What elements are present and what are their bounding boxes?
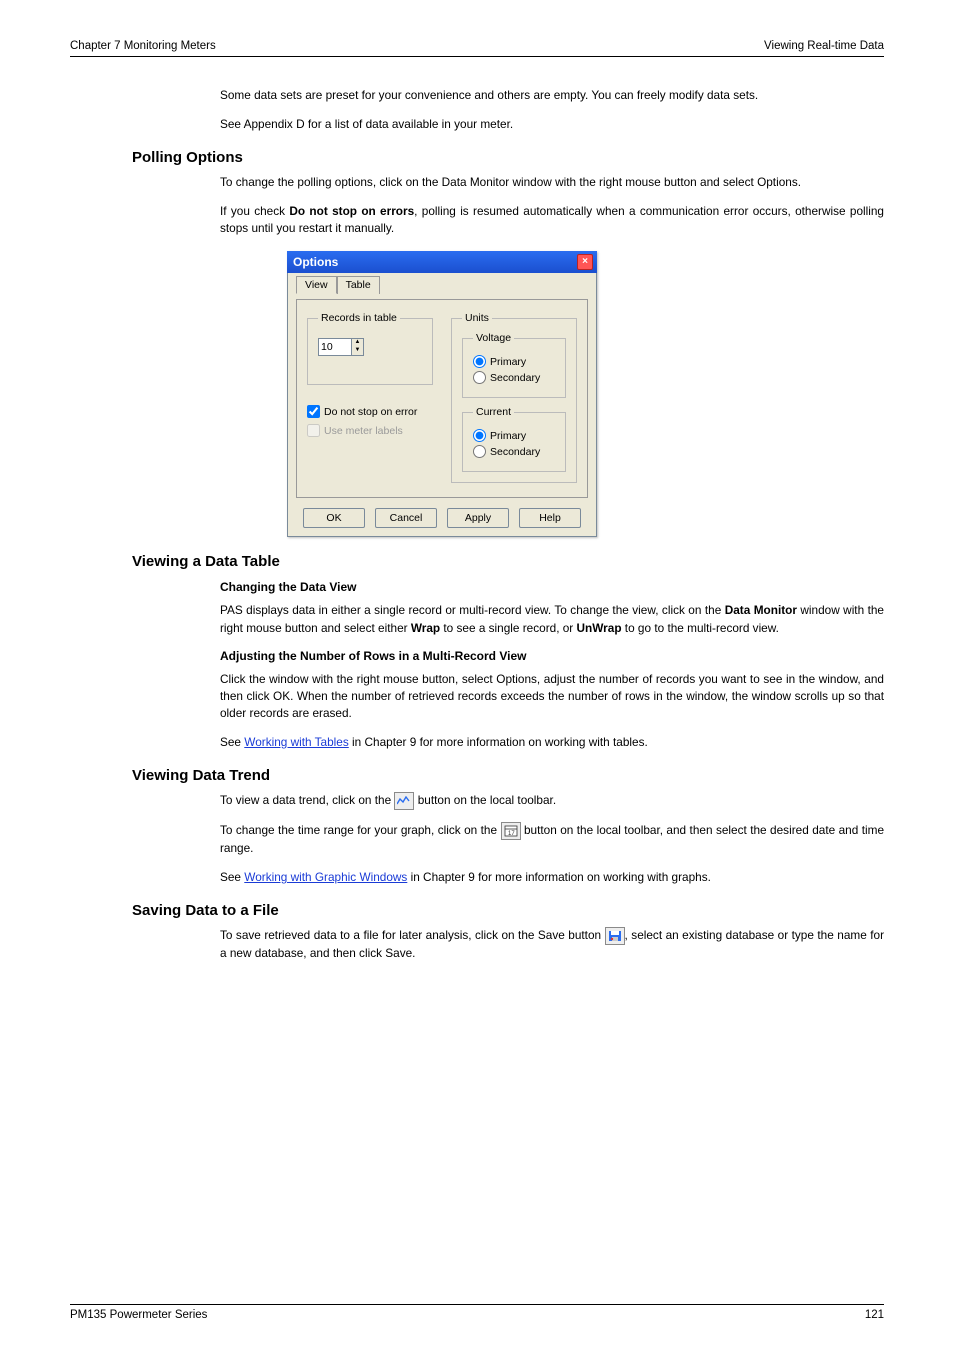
records-input[interactable] [319, 339, 351, 355]
close-icon[interactable]: × [577, 254, 593, 270]
records-spinner[interactable]: ▲ ▼ [318, 338, 364, 356]
help-button[interactable]: Help [519, 508, 581, 528]
save-p1: To save retrieved data to a file for lat… [220, 927, 884, 962]
records-legend: Records in table [318, 312, 400, 324]
header-right: Viewing Real-time Data [764, 40, 884, 52]
footer-page: 121 [865, 1309, 884, 1321]
datatable-title: Viewing a Data Table [132, 553, 884, 570]
intro-p2: See Appendix D for a list of data availa… [220, 116, 884, 133]
chk-use-meter-labels: Use meter labels [307, 424, 433, 437]
span: See [220, 735, 244, 749]
voltage-secondary[interactable]: Secondary [473, 371, 555, 384]
tab-view[interactable]: View [296, 276, 337, 294]
span: in Chapter 9 for more information on wor… [407, 870, 711, 884]
current-primary-label: Primary [490, 430, 526, 442]
trend-title: Viewing Data Trend [132, 767, 884, 784]
current-secondary-radio[interactable] [473, 445, 486, 458]
tab-table[interactable]: Table [337, 276, 380, 294]
polling-p2: If you check Do not stop on errors, poll… [220, 203, 884, 237]
header-left: Chapter 7 Monitoring Meters [70, 40, 216, 52]
save-icon[interactable] [605, 927, 625, 945]
span: See [220, 870, 244, 884]
dialog-title: Options [293, 255, 338, 269]
units-legend: Units [462, 312, 492, 324]
current-primary[interactable]: Primary [473, 429, 555, 442]
intro-p1: Some data sets are preset for your conve… [220, 87, 884, 104]
current-legend: Current [473, 406, 514, 418]
trend-p2: To change the time range for your graph,… [220, 822, 884, 857]
voltage-primary-label: Primary [490, 356, 526, 368]
chk-use-meter-labels-label: Use meter labels [324, 425, 403, 437]
polling-p2a: If you check [220, 204, 289, 218]
datatable-sub1: Changing the Data View [220, 580, 884, 594]
polling-p1: To change the polling options, click on … [220, 174, 884, 191]
link-working-with-graphic-windows[interactable]: Working with Graphic Windows [244, 870, 407, 884]
spinner-down-icon[interactable]: ▼ [351, 347, 363, 355]
spinner-up-icon[interactable]: ▲ [351, 339, 363, 347]
chk-do-not-stop-label: Do not stop on error [324, 406, 417, 418]
datatable-p1: PAS displays data in either a single rec… [220, 602, 884, 636]
span: PAS displays data in either a single rec… [220, 603, 725, 617]
polling-title: Polling Options [132, 149, 884, 166]
tab-panel-view: Records in table ▲ ▼ [296, 299, 588, 498]
current-primary-radio[interactable] [473, 429, 486, 442]
save-title: Saving Data to a File [132, 902, 884, 919]
span-bold: Data Monitor [725, 603, 797, 617]
current-secondary-label: Secondary [490, 446, 540, 458]
chk-use-meter-labels-box [307, 424, 320, 437]
chk-do-not-stop-box[interactable] [307, 405, 320, 418]
polling-p2-bold: Do not stop on errors [289, 204, 414, 218]
span-bold: Wrap [411, 621, 440, 635]
records-group: Records in table ▲ ▼ [307, 312, 433, 385]
apply-button[interactable]: Apply [447, 508, 509, 528]
svg-text:17: 17 [508, 831, 515, 837]
trend-p1: To view a data trend, click on the butto… [220, 792, 884, 810]
span: To save retrieved data to a file for lat… [220, 928, 605, 942]
options-dialog: Options × View Table Records in table [287, 251, 597, 537]
trend-p3: See Working with Graphic Windows in Chap… [220, 869, 884, 886]
ok-button[interactable]: OK [303, 508, 365, 528]
span: to go to the multi-record view. [622, 621, 779, 635]
datatable-p2: Click the window with the right mouse bu… [220, 671, 884, 722]
chk-do-not-stop[interactable]: Do not stop on error [307, 405, 433, 418]
current-group: Current Primary Secondary [462, 406, 566, 472]
voltage-primary-radio[interactable] [473, 355, 486, 368]
span: To view a data trend, click on the [220, 793, 394, 807]
current-secondary[interactable]: Secondary [473, 445, 555, 458]
footer-left: PM135 Powermeter Series [70, 1309, 207, 1321]
datatable-sub2: Adjusting the Number of Rows in a Multi-… [220, 649, 884, 663]
span: to see a single record, or [440, 621, 576, 635]
calendar-icon[interactable]: 17 [501, 822, 521, 840]
trend-icon[interactable] [394, 792, 414, 810]
voltage-legend: Voltage [473, 332, 514, 344]
voltage-secondary-label: Secondary [490, 372, 540, 384]
span: To change the time range for your graph,… [220, 823, 501, 837]
span: in Chapter 9 for more information on wor… [349, 735, 648, 749]
voltage-secondary-radio[interactable] [473, 371, 486, 384]
units-group: Units Voltage Primary Secondary [451, 312, 577, 483]
datatable-p3: See Working with Tables in Chapter 9 for… [220, 734, 884, 751]
voltage-group: Voltage Primary Secondary [462, 332, 566, 398]
span-bold: UnWrap [577, 621, 622, 635]
link-working-with-tables[interactable]: Working with Tables [244, 735, 348, 749]
span: button on the local toolbar. [418, 793, 556, 807]
voltage-primary[interactable]: Primary [473, 355, 555, 368]
cancel-button[interactable]: Cancel [375, 508, 437, 528]
